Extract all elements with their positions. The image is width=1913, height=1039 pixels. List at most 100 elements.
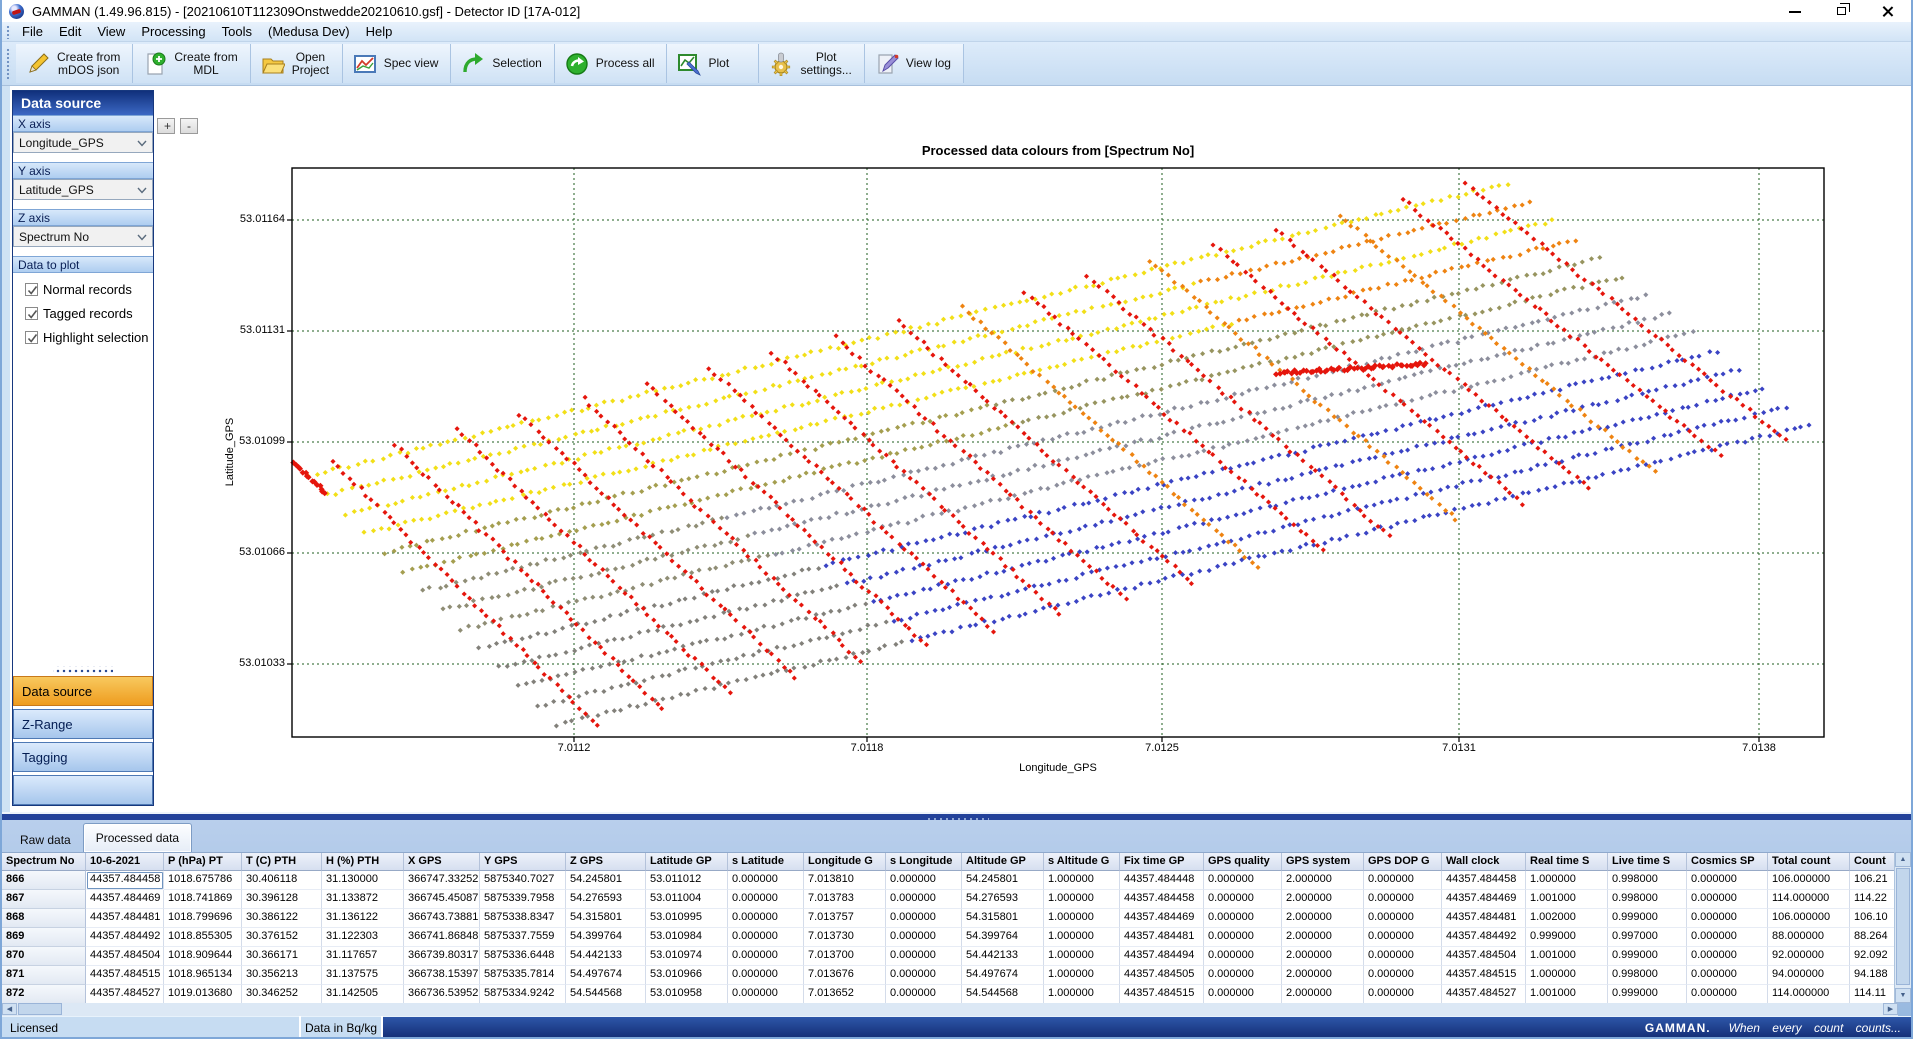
table-cell[interactable]: 44357.484505 bbox=[1120, 966, 1204, 985]
table-cell[interactable]: 1018.799696 bbox=[164, 909, 242, 928]
table-cell[interactable]: 44357.484469 bbox=[1120, 909, 1204, 928]
column-header-latitude-gp[interactable]: Latitude GP bbox=[646, 853, 728, 871]
toolbar-button-view-log[interactable]: View log bbox=[865, 44, 964, 83]
column-header-s-longitude[interactable]: s Longitude bbox=[886, 853, 962, 871]
table-cell[interactable]: 114.000000 bbox=[1768, 890, 1850, 909]
table-cell[interactable]: 0.999000 bbox=[1608, 947, 1687, 966]
table-cell[interactable]: 1.000000 bbox=[1044, 985, 1120, 1003]
table-cell[interactable]: 54.544568 bbox=[566, 985, 646, 1003]
table-cell[interactable]: 94.000000 bbox=[1768, 966, 1850, 985]
sidebar-nav-data-source[interactable]: Data source bbox=[13, 676, 153, 706]
table-cell[interactable]: 366747.33252 bbox=[404, 871, 480, 890]
table-cell[interactable]: 1018.855305 bbox=[164, 928, 242, 947]
table-cell[interactable]: 106.000000 bbox=[1768, 871, 1850, 890]
menu-item-file[interactable]: File bbox=[14, 22, 51, 41]
vertical-scroll-thumb[interactable] bbox=[1896, 868, 1910, 985]
table-cell[interactable]: 1.000000 bbox=[1044, 966, 1120, 985]
table-cell[interactable]: 1018.741869 bbox=[164, 890, 242, 909]
restore-button[interactable] bbox=[1833, 4, 1851, 18]
table-cell[interactable]: 44357.484458 bbox=[1442, 871, 1526, 890]
column-header-s-latitude[interactable]: s Latitude bbox=[728, 853, 804, 871]
table-cell[interactable]: 53.010966 bbox=[646, 966, 728, 985]
sidebar-nav-tagging[interactable]: Tagging bbox=[13, 742, 153, 772]
table-cell[interactable]: 92.092 bbox=[1850, 947, 1898, 966]
table-cell[interactable]: 1.000000 bbox=[1044, 871, 1120, 890]
table-cell[interactable]: 106.21 bbox=[1850, 871, 1898, 890]
toolbar-button-plot[interactable]: Plot bbox=[667, 44, 759, 83]
column-header-10-6-2021[interactable]: 10-6-2021 bbox=[86, 853, 164, 871]
table-cell[interactable]: 0.999000 bbox=[1526, 928, 1608, 947]
table-cell[interactable]: 106.000000 bbox=[1768, 909, 1850, 928]
table-cell[interactable]: 92.000000 bbox=[1768, 947, 1850, 966]
table-cell[interactable]: 5875335.7814 bbox=[480, 966, 566, 985]
table-cell[interactable]: 0.000000 bbox=[1687, 909, 1768, 928]
table-cell[interactable]: 31.136122 bbox=[322, 909, 404, 928]
close-button[interactable] bbox=[1879, 4, 1897, 18]
row-header-cell[interactable]: 866 bbox=[2, 871, 86, 890]
vertical-scrollbar[interactable]: ▲ ▼ bbox=[1894, 852, 1911, 1003]
horizontal-splitter[interactable] bbox=[2, 812, 1911, 820]
table-cell[interactable]: 7.013730 bbox=[804, 928, 886, 947]
table-cell[interactable]: 0.000000 bbox=[1364, 966, 1442, 985]
table-cell[interactable]: 1.000000 bbox=[1044, 890, 1120, 909]
table-cell[interactable]: 0.000000 bbox=[1687, 985, 1768, 1003]
table-cell[interactable]: 44357.484481 bbox=[1442, 909, 1526, 928]
sidebar-splitter-handle[interactable] bbox=[53, 666, 113, 674]
table-cell[interactable]: 366743.73881 bbox=[404, 909, 480, 928]
scroll-up-button[interactable]: ▲ bbox=[1895, 852, 1911, 867]
table-cell[interactable]: 30.386122 bbox=[242, 909, 322, 928]
toolbar-button-open-project[interactable]: OpenProject bbox=[251, 44, 343, 83]
table-cell[interactable]: 44357.484527 bbox=[86, 985, 164, 1003]
toolbar-button-create-from-mdl[interactable]: Create fromMDL bbox=[133, 44, 250, 83]
table-cell[interactable]: 94.188 bbox=[1850, 966, 1898, 985]
column-header-gps-quality[interactable]: GPS quality bbox=[1204, 853, 1282, 871]
column-header-total-count[interactable]: Total count bbox=[1768, 853, 1850, 871]
table-cell[interactable]: 0.000000 bbox=[728, 985, 804, 1003]
table-cell[interactable]: 54.315801 bbox=[566, 909, 646, 928]
table-cell[interactable]: 1.000000 bbox=[1526, 871, 1608, 890]
table-cell[interactable]: 1.001000 bbox=[1526, 947, 1608, 966]
table-cell[interactable]: 7.013757 bbox=[804, 909, 886, 928]
table-cell[interactable]: 0.000000 bbox=[728, 909, 804, 928]
table-cell[interactable]: 0.000000 bbox=[1687, 966, 1768, 985]
table-cell[interactable]: 1018.965134 bbox=[164, 966, 242, 985]
table-cell[interactable]: 0.000000 bbox=[886, 909, 962, 928]
menu-item-help[interactable]: Help bbox=[358, 22, 401, 41]
table-cell[interactable]: 2.000000 bbox=[1282, 985, 1364, 1003]
table-cell[interactable]: 0.998000 bbox=[1608, 966, 1687, 985]
table-cell[interactable]: 0.000000 bbox=[1204, 966, 1282, 985]
table-cell[interactable]: 1019.013680 bbox=[164, 985, 242, 1003]
table-cell[interactable]: 88.264 bbox=[1850, 928, 1898, 947]
table-cell[interactable]: 5875337.7559 bbox=[480, 928, 566, 947]
table-cell[interactable]: 366736.53952 bbox=[404, 985, 480, 1003]
table-cell[interactable]: 0.000000 bbox=[1687, 871, 1768, 890]
table-cell[interactable]: 0.000000 bbox=[1364, 909, 1442, 928]
table-cell[interactable]: 0.000000 bbox=[1204, 909, 1282, 928]
toolbar-button-spec-view[interactable]: Spec view bbox=[343, 44, 452, 83]
horizontal-scroll-thumb[interactable] bbox=[18, 1003, 62, 1015]
table-cell[interactable]: 0.000000 bbox=[1687, 928, 1768, 947]
table-cell[interactable]: 30.366171 bbox=[242, 947, 322, 966]
table-cell[interactable]: 1.002000 bbox=[1526, 909, 1608, 928]
table-cell[interactable]: 54.399764 bbox=[962, 928, 1044, 947]
table-cell[interactable]: 44357.484469 bbox=[86, 890, 164, 909]
table-cell[interactable]: 0.000000 bbox=[1364, 871, 1442, 890]
table-cell[interactable]: 54.276593 bbox=[962, 890, 1044, 909]
table-cell[interactable]: 44357.484492 bbox=[1442, 928, 1526, 947]
column-header-real-time-s[interactable]: Real time S bbox=[1526, 853, 1608, 871]
table-cell[interactable]: 53.010995 bbox=[646, 909, 728, 928]
menu-item-tools[interactable]: Tools bbox=[214, 22, 260, 41]
table-cell[interactable]: 30.376152 bbox=[242, 928, 322, 947]
table-cell[interactable]: 30.356213 bbox=[242, 966, 322, 985]
column-header-count[interactable]: Count bbox=[1850, 853, 1898, 871]
table-cell[interactable]: 114.11 bbox=[1850, 985, 1898, 1003]
table-cell[interactable]: 44357.484469 bbox=[1442, 890, 1526, 909]
column-header-spectrum-no[interactable]: Spectrum No bbox=[2, 853, 86, 871]
row-header-cell[interactable]: 871 bbox=[2, 966, 86, 985]
table-cell[interactable]: 0.000000 bbox=[728, 928, 804, 947]
table-cell[interactable]: 44357.484492 bbox=[86, 928, 164, 947]
table-cell[interactable]: 0.000000 bbox=[1204, 890, 1282, 909]
column-header-fix-time-gp[interactable]: Fix time GP bbox=[1120, 853, 1204, 871]
table-cell[interactable]: 54.315801 bbox=[962, 909, 1044, 928]
column-header-t-c-pth[interactable]: T (C) PTH bbox=[242, 853, 322, 871]
